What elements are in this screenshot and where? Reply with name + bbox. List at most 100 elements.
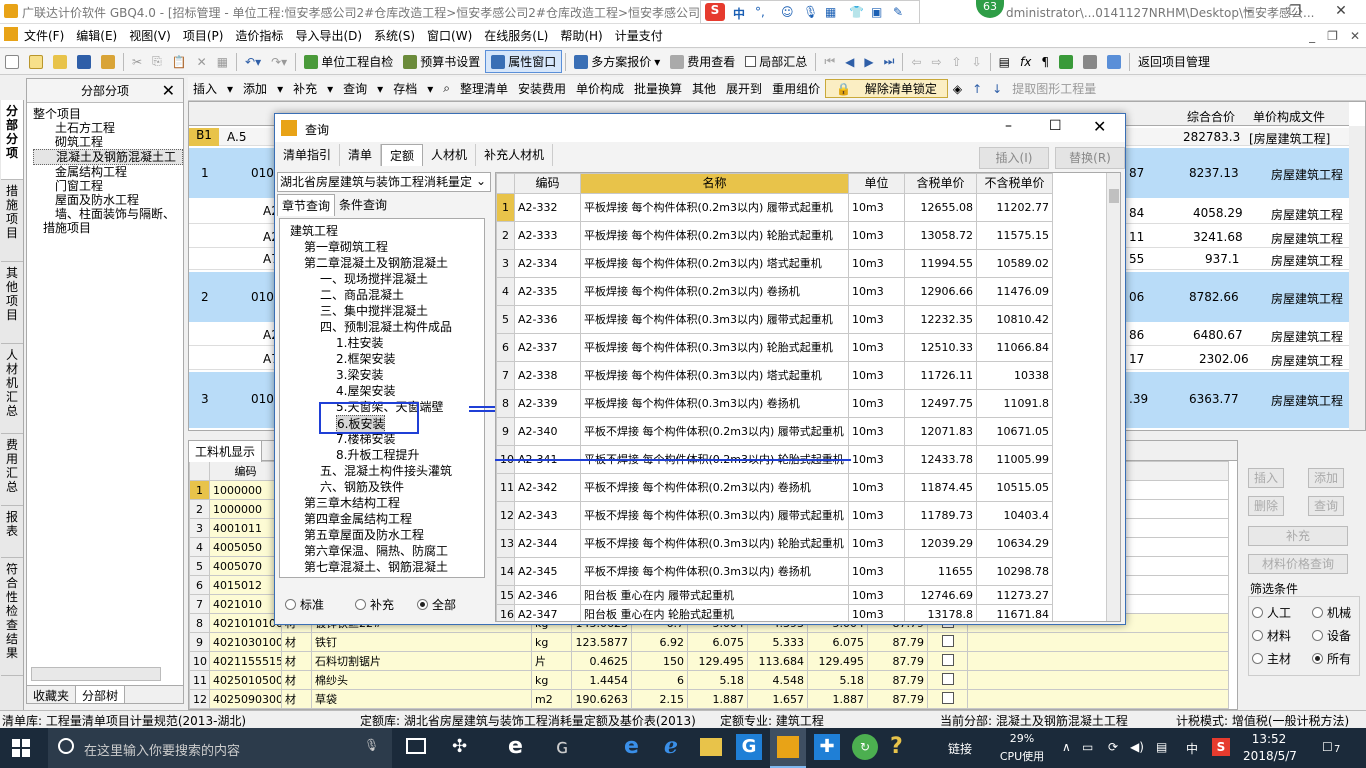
resource-row[interactable]: 11 4025010500 材棉纱头 kg 1.4454 6 5.18 4.548 5.18 87… [189,670,1229,690]
explorer-icon[interactable] [700,738,722,756]
menu-cost-index[interactable]: 造价指标 [229,27,289,44]
wrench-icon[interactable]: ✎ [893,5,903,19]
tree-node[interactable]: 一、现场搅拌混凝土 [320,271,428,287]
resource-row[interactable]: 10 4021155515 材石料切割锯片片 0.4625 150 129.495 113.… [189,651,1229,671]
tree-node[interactable]: 第二章混凝土及钢筋混凝土 [304,255,448,271]
resource-checkbox[interactable] [927,689,968,709]
filter-labor[interactable]: 人工 [1252,604,1291,621]
menu-online[interactable]: 在线服务(L) [478,27,554,44]
tab-qita[interactable]: 其他项目 [1,262,23,344]
paste-icon[interactable]: 📋 [167,53,192,71]
delete-icon[interactable]: ✕ [192,53,212,71]
query-res-button[interactable]: 查询 [1308,496,1344,516]
supplement-res-button[interactable]: 补充 [1248,526,1348,546]
paint-icon[interactable]: ◈ [948,82,967,96]
tree-node[interactable]: 第四章金属结构工程 [304,511,412,527]
fee-view-button[interactable]: 费用查看 [665,51,740,72]
quota-row[interactable]: 12 A2-343 平板不焊接 每个构件体积(0.3m3以内) 履带式起重机 10m3… [496,501,1053,530]
tab-feiyong[interactable]: 费用汇总 [1,434,23,506]
undo-icon[interactable]: ↶▾ [240,53,266,71]
nav-item[interactable]: 屋面及防水工程 [33,193,183,207]
minimize-button[interactable]: – [1226,0,1272,24]
nav-item[interactable]: 门窗工程 [33,179,183,193]
quota-row[interactable]: 4 A2-335 平板焊接 每个构件体积(0.2m3以内) 卷扬机 10m3 12906… [496,277,1053,306]
up-icon[interactable]: ↑ [967,82,987,96]
material-price-button[interactable]: 材料价格查询 [1248,554,1348,574]
open-icon[interactable] [48,53,72,71]
network-icon[interactable]: ▭ [1082,740,1093,754]
task-view-icon[interactable] [406,738,426,754]
quota-row[interactable]: 15 A2-346 阳台板 重心在内 履带式起重机 10m3 12746.69 11273… [496,585,1053,605]
col-code-header[interactable]: 编码 [514,173,581,194]
dialog-replace-button[interactable]: 替换(R) [1055,147,1125,169]
property-window-button[interactable]: 属性窗口 [485,50,563,73]
calculator-icon[interactable]: ▤ [994,53,1015,71]
grid-icon[interactable]: ▦ [212,53,233,71]
sogou-icon[interactable]: S [705,3,725,21]
nav-item[interactable]: 金属结构工程 [33,165,183,179]
quota-row[interactable]: 13 A2-344 平板不焊接 每个构件体积(0.3m3以内) 轮胎式起重机 10m3… [496,529,1053,558]
menu-view[interactable]: 视图(V) [123,27,177,44]
add-button[interactable]: 添加 [238,80,272,97]
ime-punct[interactable]: °, [755,5,765,19]
add-res-button[interactable]: 添加 [1308,468,1344,488]
table-icon[interactable] [1078,53,1102,71]
tree-node[interactable]: 第三章木结构工程 [304,495,400,511]
tab-resource-display[interactable]: 工料机显示 [189,441,263,462]
keyboard-icon[interactable]: ▦ [825,5,836,19]
quota-row[interactable]: 1 A2-332 平板焊接 每个构件体积(0.2m3以内) 履带式起重机 10m3 12… [496,193,1053,222]
delete-res-button[interactable]: 删除 [1248,496,1284,516]
nav-hscroll[interactable] [31,667,161,681]
col-unit-header[interactable]: 单位 [848,173,905,194]
tab-rencaiji[interactable]: 人材机汇总 [1,344,23,434]
menu-edit[interactable]: 编辑(E) [70,27,123,44]
insert-button[interactable]: 插入 [188,80,222,97]
clothes-icon[interactable]: 👕 [849,5,864,19]
tab-condition-query[interactable]: 条件查询 [335,194,391,216]
nav-item-selected[interactable]: 混凝土及钢筋混凝土工 [33,149,183,165]
green-app-icon[interactable]: ↻ [852,734,878,760]
nav-item[interactable]: 墙、柱面装饰与隔断、 [33,207,183,221]
tree-node[interactable]: 建筑工程 [290,223,338,239]
grid-vscroll[interactable] [1349,126,1365,430]
tree-node[interactable]: 四、预制混凝土构件成品 [320,319,452,335]
radio-supplement[interactable]: 补充 [355,596,394,613]
close-button[interactable]: ✕ [1318,0,1364,24]
archive-button[interactable]: 存档 [388,80,422,97]
tab-cuoshi[interactable]: 措施项目 [1,180,23,262]
clock-time[interactable]: 13:52 [1244,732,1294,746]
move-right-icon[interactable]: ⇨ [926,53,946,71]
binoculars-icon[interactable]: ⌕ [438,81,455,96]
dialog-close-button[interactable]: ✕ [1093,117,1106,136]
tree-node[interactable]: 第一章砌筑工程 [304,239,388,255]
tab-fuhexing[interactable]: 符合性检查结果 [1,558,23,676]
redo-icon[interactable]: ↷▾ [266,53,292,71]
unit-price-button[interactable]: 单价构成 [571,80,629,97]
tab-favorites[interactable]: 收藏夹 [27,686,77,703]
chart-icon[interactable] [1102,53,1126,71]
nav-prev-icon[interactable]: ◀ [840,53,859,71]
insert-res-button[interactable]: 插入 [1248,468,1284,488]
menu-window[interactable]: 窗口(W) [421,27,478,44]
quota-row[interactable]: 5 A2-336 平板焊接 每个构件体积(0.3m3以内) 履带式起重机 10m3 12… [496,305,1053,334]
multi-plan-quote-button[interactable]: 多方案报价 ▾ [569,51,665,72]
tree-node[interactable]: 1.柱安装 [336,335,383,351]
nav-item[interactable]: 措施项目 [33,221,183,235]
copy-icon[interactable]: ⎘ [147,52,167,71]
chevron-up-icon[interactable]: ∧ [1062,740,1071,754]
filter-equipment[interactable]: 设备 [1312,627,1351,644]
move-left-icon[interactable]: ⇦ [906,53,926,71]
paragraph-icon[interactable]: ¶ [1036,53,1054,71]
tree-node[interactable]: 二、商品混凝土 [320,287,404,303]
fan-icon[interactable]: ✣ [452,736,467,757]
filter-all[interactable]: 所有 [1312,650,1351,667]
cut-icon[interactable]: ✂ [127,53,147,71]
sync-icon[interactable]: ⟳ [1108,740,1118,754]
filter-material[interactable]: 材料 [1252,627,1291,644]
unlock-list-button[interactable]: 🔒 解除清单锁定 [825,79,948,98]
mdi-close-button[interactable]: ✕ [1344,29,1366,43]
clock-date[interactable]: 2018/5/7 [1238,749,1302,763]
quota-row[interactable]: 9 A2-340 平板不焊接 每个构件体积(0.2m3以内) 履带式起重机 10m3 1… [496,417,1053,446]
mdi-restore-button[interactable]: ❐ [1321,29,1344,43]
tree-node[interactable]: 3.梁安装 [336,367,383,383]
